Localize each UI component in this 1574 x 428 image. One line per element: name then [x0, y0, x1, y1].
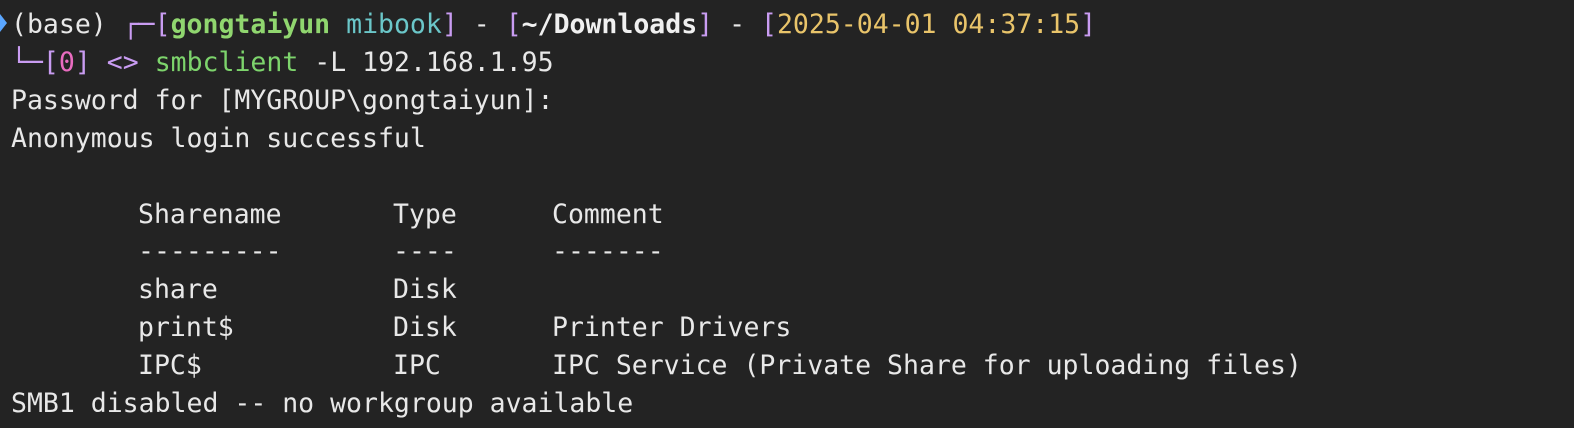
separator-comment: -------	[552, 236, 664, 267]
command-line[interactable]: └─[0] <> smbclient -L 192.168.1.95	[11, 44, 554, 82]
prompt-user: gongtaiyun	[170, 9, 331, 40]
prompt-separator: -	[457, 9, 506, 40]
bracket-open: [	[761, 9, 777, 40]
bracket-close: ]	[441, 9, 458, 40]
separator-type: ----	[393, 236, 457, 267]
prompt-arrow-icon: <>	[106, 47, 139, 78]
bracket-close: ]	[697, 9, 714, 40]
share-name: print$	[138, 312, 234, 343]
login-message: Anonymous login successful	[11, 123, 426, 154]
share-comment: Printer Drivers	[552, 312, 792, 343]
command-name: smbclient	[154, 47, 299, 78]
prompt-directory: ~/Downloads	[521, 9, 698, 40]
command-args: -L 192.168.1.95	[314, 47, 554, 78]
conda-env: (base)	[11, 9, 107, 40]
footer-message: SMB1 disabled -- no workgroup available	[11, 388, 634, 419]
exit-status: 0	[58, 47, 75, 78]
header-type: Type	[393, 199, 457, 230]
prompt-header-line: (base) ┌─[gongtaiyun mibook] - [~/Downlo…	[11, 6, 1096, 44]
share-table-header: Sharename Type Comment	[11, 196, 1511, 234]
bracket-open: [	[42, 47, 59, 78]
bracket-close: ]	[74, 47, 91, 78]
prompt-corner: ┌─	[122, 9, 155, 40]
prompt-host: mibook	[346, 9, 442, 40]
table-row: IPC$ IPC IPC Service (Private Share for …	[11, 347, 1511, 385]
share-type: IPC	[393, 350, 441, 381]
prompt-marker-icon	[0, 14, 7, 32]
header-sharename: Sharename	[138, 199, 282, 230]
share-name: share	[138, 274, 218, 305]
share-type: Disk	[393, 312, 457, 343]
separator-sharename: ---------	[138, 236, 282, 267]
share-comment: IPC Service (Private Share for uploading…	[552, 350, 1302, 381]
prompt-separator: -	[713, 9, 761, 40]
share-name: IPC$	[138, 350, 202, 381]
bracket-close: ]	[1080, 9, 1097, 40]
header-comment: Comment	[552, 199, 664, 230]
prompt-elbow: └─	[11, 47, 43, 78]
share-table-separator: --------- ---- -------	[11, 233, 1511, 271]
prompt-datetime: 2025-04-01 04:37:15	[776, 9, 1081, 40]
password-prompt: Password for [MYGROUP\gongtaiyun]:	[11, 85, 554, 116]
share-type: Disk	[393, 274, 457, 305]
bracket-open: [	[505, 9, 522, 40]
table-row: share Disk	[11, 271, 1511, 309]
bracket-open: [	[154, 9, 171, 40]
terminal-window[interactable]: (base) ┌─[gongtaiyun mibook] - [~/Downlo…	[0, 0, 1574, 428]
table-row: print$ Disk Printer Drivers	[11, 309, 1511, 347]
